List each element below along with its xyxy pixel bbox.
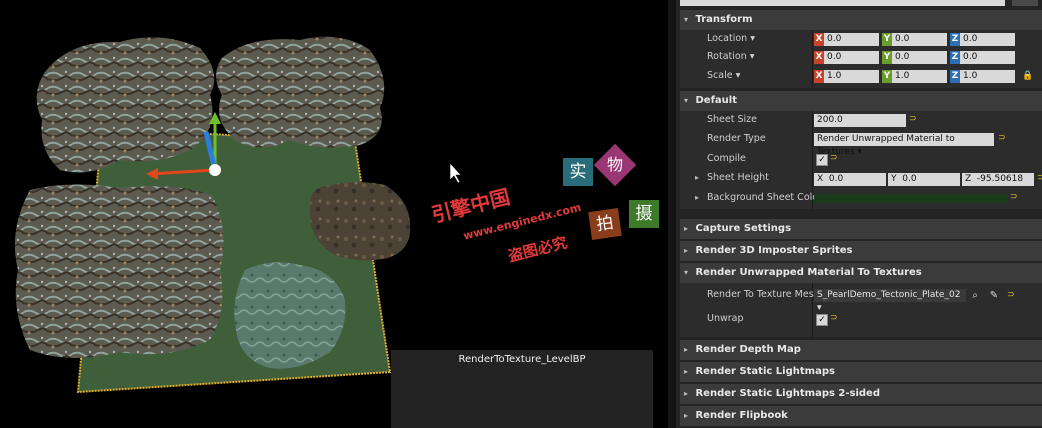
collapsed-arrow-icon: ▸: [683, 367, 688, 376]
sheet-size-field[interactable]: 200.0: [814, 114, 906, 127]
view-options-icon[interactable]: [1012, 0, 1038, 6]
chevron-down-icon: ▾: [857, 147, 863, 157]
expand-arrow-icon: ▾: [683, 268, 688, 277]
section-default[interactable]: ▾ Default: [680, 91, 1042, 111]
search-icon[interactable]: ⌕: [969, 290, 981, 302]
collapsed-arrow-icon: ▸: [683, 389, 688, 398]
details-panel: ▾ Transform Location ▾ X 0.0 Y 0.0 Z 0.0…: [676, 0, 1042, 428]
watermark-box-she: 摄: [629, 200, 659, 228]
section-transform[interactable]: ▾ Transform: [680, 10, 1042, 30]
reset-to-default-icon[interactable]: ⊃: [1010, 192, 1018, 202]
level-viewport[interactable]: 实 物 拍 摄 引擎中国 www.enginedx.com 盗图必究 Rende…: [0, 0, 668, 428]
bg-color-expand-arrow[interactable]: ▸: [695, 193, 699, 202]
reset-to-default-icon[interactable]: ⊃: [909, 114, 917, 124]
panel-divider[interactable]: [668, 0, 676, 428]
collapsed-arrow-icon: ▸: [683, 224, 688, 233]
unwrap-label: Unwrap: [707, 313, 744, 324]
collapsed-arrow-icon: ▸: [683, 345, 688, 354]
render-type-label: Render Type: [707, 133, 766, 144]
reset-to-default-icon[interactable]: ⊃: [1007, 290, 1015, 300]
section-render-depth-map[interactable]: ▸ Render Depth Map: [680, 340, 1042, 360]
location-x-axis: X: [814, 33, 824, 46]
reset-to-default-icon[interactable]: ⊃: [830, 153, 838, 163]
section-render-3d-imposter[interactable]: ▸ Render 3D Imposter Sprites: [680, 241, 1042, 261]
reset-to-default-icon[interactable]: ⊃: [1037, 173, 1042, 183]
expand-arrow-icon: ▾: [683, 15, 688, 24]
scale-z-field[interactable]: 1.0: [960, 70, 1015, 83]
rotation-x-field[interactable]: 0.0: [824, 51, 879, 64]
scale-y-field[interactable]: 1.0: [892, 70, 947, 83]
section-render-static-lightmaps[interactable]: ▸ Render Static Lightmaps: [680, 362, 1042, 382]
scale-x-axis: X: [814, 70, 824, 83]
section-default-title: Default: [695, 95, 737, 106]
collapsed-arrow-icon: ▸: [683, 411, 688, 420]
background-sheet-color-label: Background Sheet Color: [707, 192, 822, 203]
viewport-caption-panel: RenderToTexture_LevelBP: [391, 350, 653, 428]
default-body: Sheet Size 200.0 ⊃ Render Type Render Un…: [680, 111, 1042, 209]
watermark-box-pai: 拍: [588, 208, 622, 240]
sheet-size-label: Sheet Size: [707, 114, 757, 125]
sheet-height-label: Sheet Height: [707, 172, 769, 183]
section-render-static-lightmaps-2s[interactable]: ▸ Render Static Lightmaps 2-sided: [680, 384, 1042, 404]
scale-y-axis: Y: [882, 70, 892, 83]
rock-plate-5: [234, 262, 346, 369]
sheet-height-x-field[interactable]: X 0.0: [814, 173, 886, 186]
collapsed-arrow-icon: ▸: [683, 246, 688, 255]
location-z-axis: Z: [950, 33, 960, 46]
section-render-unwrapped[interactable]: ▾ Render Unwrapped Material To Textures: [680, 263, 1042, 283]
reset-to-default-icon[interactable]: ⊃: [998, 133, 1006, 143]
chevron-down-icon: ▾: [817, 303, 822, 313]
location-z-field[interactable]: 0.0: [960, 33, 1015, 46]
render-to-texture-mesh-dropdown[interactable]: S_PearlDemo_Tectonic_Plate_02 ▾: [814, 289, 966, 313]
scale-label[interactable]: Scale ▾: [707, 67, 740, 85]
scale-x-field[interactable]: 1.0: [824, 70, 879, 83]
eyedropper-icon[interactable]: ✎: [988, 290, 1000, 302]
rotation-z-axis: Z: [950, 51, 960, 64]
watermark-box-shi: 实: [563, 158, 593, 186]
rotation-y-field[interactable]: 0.0: [892, 51, 947, 64]
rotation-x-axis: X: [814, 51, 824, 64]
sheet-height-expand-arrow[interactable]: ▸: [695, 173, 699, 182]
unwrap-checkbox[interactable]: ✓: [816, 314, 828, 326]
location-y-axis: Y: [882, 33, 892, 46]
background-sheet-color-swatch[interactable]: [814, 194, 1008, 203]
section-transform-title: Transform: [695, 14, 753, 25]
level-blueprint-name: RenderToTexture_LevelBP: [458, 354, 586, 365]
section-capture-settings[interactable]: ▸ Capture Settings: [680, 219, 1042, 239]
unwrapped-body: Render To Texture Mesh S_PearlDemo_Tecto…: [680, 283, 1042, 337]
rotation-label[interactable]: Rotation ▾: [707, 48, 755, 66]
compile-label: Compile: [707, 153, 746, 164]
location-label[interactable]: Location ▾: [707, 30, 755, 48]
scale-z-axis: Z: [950, 70, 960, 83]
location-x-field[interactable]: 0.0: [824, 33, 879, 46]
watermark-text-wu: 物: [606, 155, 623, 174]
gizmo-pivot: [209, 164, 221, 176]
expand-arrow-icon: ▾: [683, 96, 688, 105]
rock-plate-2: [216, 36, 385, 148]
sheet-height-z-field[interactable]: Z -95.50618: [962, 173, 1034, 186]
details-search-bar[interactable]: [680, 0, 1005, 6]
rock-plate-3: [14, 184, 224, 359]
render-type-dropdown[interactable]: Render Unwrapped Material to Textures ▾: [814, 133, 994, 157]
location-y-field[interactable]: 0.0: [892, 33, 947, 46]
section-render-flipbook[interactable]: ▸ Render Flipbook: [680, 406, 1042, 426]
mouse-cursor: [449, 162, 462, 184]
lock-icon[interactable]: 🔒: [1022, 70, 1034, 82]
sheet-height-y-field[interactable]: Y 0.0: [888, 173, 960, 186]
rotation-y-axis: Y: [882, 51, 892, 64]
transform-body: Location ▾ X 0.0 Y 0.0 Z 0.0 Rotation ▾ …: [680, 30, 1042, 88]
rotation-z-field[interactable]: 0.0: [960, 51, 1015, 64]
compile-checkbox[interactable]: ✓: [816, 154, 828, 166]
render-to-texture-mesh-label: Render To Texture Mesh: [707, 289, 820, 300]
reset-to-default-icon[interactable]: ⊃: [830, 313, 838, 323]
